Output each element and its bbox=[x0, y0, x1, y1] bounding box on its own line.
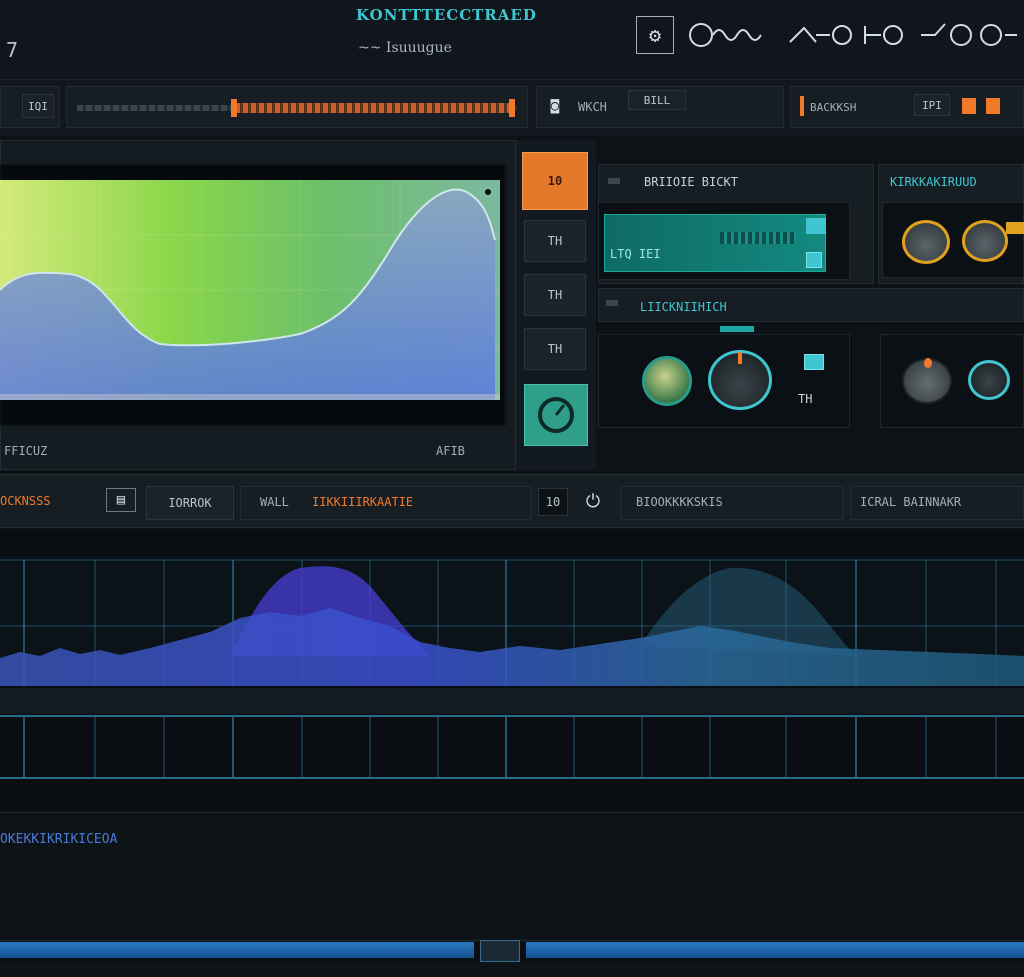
module-c-title: LIICKNIIHICH bbox=[640, 300, 727, 314]
strip-label-2-value: IIKKIIIRKAATIE bbox=[312, 495, 414, 509]
app-subtitle: ~~ Isuuugue bbox=[358, 40, 452, 56]
spectrum-footer-left: FFICUZ bbox=[4, 444, 48, 458]
strip-label-2: WALL bbox=[260, 495, 289, 509]
toolbar-segment-2-value[interactable]: BILL bbox=[628, 90, 686, 110]
footer-text: OKEKKIKRIKICEOA bbox=[0, 832, 118, 847]
toolbar-segment-3-indicator bbox=[962, 98, 976, 114]
strip-lock-icon[interactable]: ▤ bbox=[106, 488, 136, 512]
module-b-knob-1[interactable] bbox=[902, 220, 950, 264]
module-a-collapse-icon[interactable] bbox=[608, 178, 620, 184]
module-c-dial-pointer bbox=[738, 352, 742, 364]
spectrum-marker bbox=[485, 189, 491, 195]
spectrum-graph[interactable] bbox=[0, 180, 500, 404]
module-c-tab-marker bbox=[720, 326, 754, 332]
module-a-title: BRIIOIE BICKT bbox=[644, 175, 738, 189]
module-c-knob-green[interactable] bbox=[642, 356, 692, 406]
module-a-display-bar bbox=[720, 232, 796, 244]
spectrum-footer-right: AFIB bbox=[436, 444, 465, 458]
range-handle-left[interactable] bbox=[231, 99, 237, 117]
range-handle-right[interactable] bbox=[509, 99, 515, 117]
power-icon[interactable]: ⏻ bbox=[578, 486, 608, 516]
link-icon[interactable] bbox=[918, 16, 1020, 54]
side-button-2[interactable]: TH bbox=[524, 274, 586, 316]
gauge-icon bbox=[538, 397, 574, 433]
toolbar-segment-3-label: BACKKSH bbox=[810, 101, 857, 114]
scrollbar-handle[interactable] bbox=[480, 940, 520, 962]
waveform-view[interactable] bbox=[0, 556, 1024, 786]
side-button-3[interactable]: TH bbox=[524, 328, 586, 370]
module-c-collapse-icon[interactable] bbox=[606, 300, 618, 306]
toolbar-segment-3-badge[interactable]: IPI bbox=[914, 94, 950, 116]
toolbar-segment-2-label: WKCH bbox=[578, 100, 607, 114]
settings-icon[interactable]: ⚙ bbox=[636, 16, 674, 54]
waveform-icon[interactable] bbox=[686, 16, 774, 54]
module-a-display-value: LTQ IEI bbox=[610, 247, 661, 261]
module-d-knob-2[interactable] bbox=[968, 360, 1010, 400]
module-a-toggle[interactable] bbox=[806, 252, 822, 268]
route-icon[interactable] bbox=[786, 16, 856, 54]
toolbar-badge-button[interactable]: IQI bbox=[22, 94, 54, 118]
side-button-1[interactable]: TH bbox=[524, 220, 586, 262]
module-c-mini-toggle[interactable] bbox=[804, 354, 824, 370]
range-active-section bbox=[235, 103, 515, 113]
app-title: KONTTTECCTRAED bbox=[356, 6, 537, 24]
strip-label-1: OCKNSSS bbox=[0, 494, 51, 508]
scrollbar-right-segment[interactable] bbox=[526, 942, 1024, 958]
side-button-top[interactable]: 10 bbox=[522, 152, 588, 210]
module-b-knob-cap bbox=[1006, 222, 1024, 234]
toolbar-segment-3-marker bbox=[800, 96, 804, 116]
strip-button-1[interactable]: IORROK bbox=[146, 486, 234, 520]
window-corner-label: 7 bbox=[6, 38, 19, 62]
node-icon[interactable] bbox=[860, 16, 912, 54]
module-d-knob-1-pointer bbox=[924, 358, 932, 368]
module-a-indicator-top bbox=[806, 218, 826, 234]
gauge-button[interactable] bbox=[524, 384, 588, 446]
record-icon[interactable]: ◙ bbox=[544, 92, 566, 120]
toolbar-segment-3-indicator-2 bbox=[986, 98, 1000, 114]
toolbar-range-track[interactable] bbox=[66, 86, 528, 128]
strip-field-3-text: ICRAL BAINNAKR bbox=[860, 495, 962, 509]
strip-field-2-text: BIOOKKKKSKIS bbox=[636, 495, 723, 509]
waveform-grid-lower bbox=[23, 716, 997, 778]
waveform-separator bbox=[0, 688, 1024, 714]
scrollbar-left-segment[interactable] bbox=[0, 942, 474, 958]
strip-button-2[interactable]: 10 bbox=[538, 488, 568, 516]
spectrum-floor bbox=[0, 394, 500, 400]
module-b-knob-2[interactable] bbox=[962, 220, 1008, 262]
module-b-title: KIRKKAKIRUUD bbox=[890, 175, 977, 189]
module-c-mini-label: TH bbox=[798, 392, 813, 406]
